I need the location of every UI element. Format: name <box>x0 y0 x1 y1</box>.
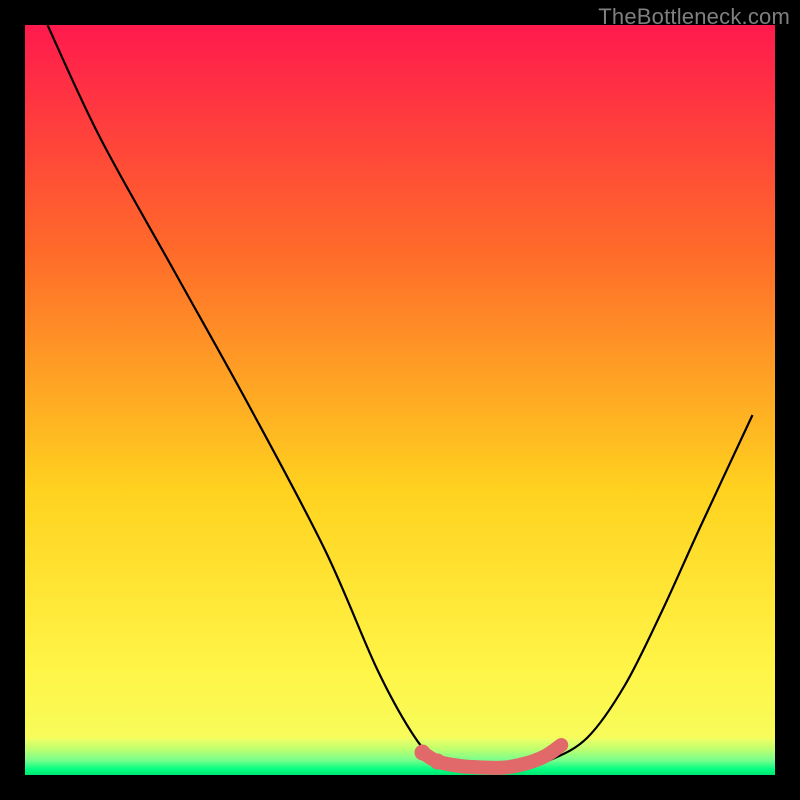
chart-frame: TheBottleneck.com <box>0 0 800 800</box>
highlight-dot <box>430 754 446 770</box>
bottleneck-curve <box>48 25 753 768</box>
curve-layer <box>25 25 775 775</box>
plot-area <box>25 25 775 775</box>
highlight-dot <box>415 745 431 761</box>
watermark-text: TheBottleneck.com <box>598 4 790 30</box>
